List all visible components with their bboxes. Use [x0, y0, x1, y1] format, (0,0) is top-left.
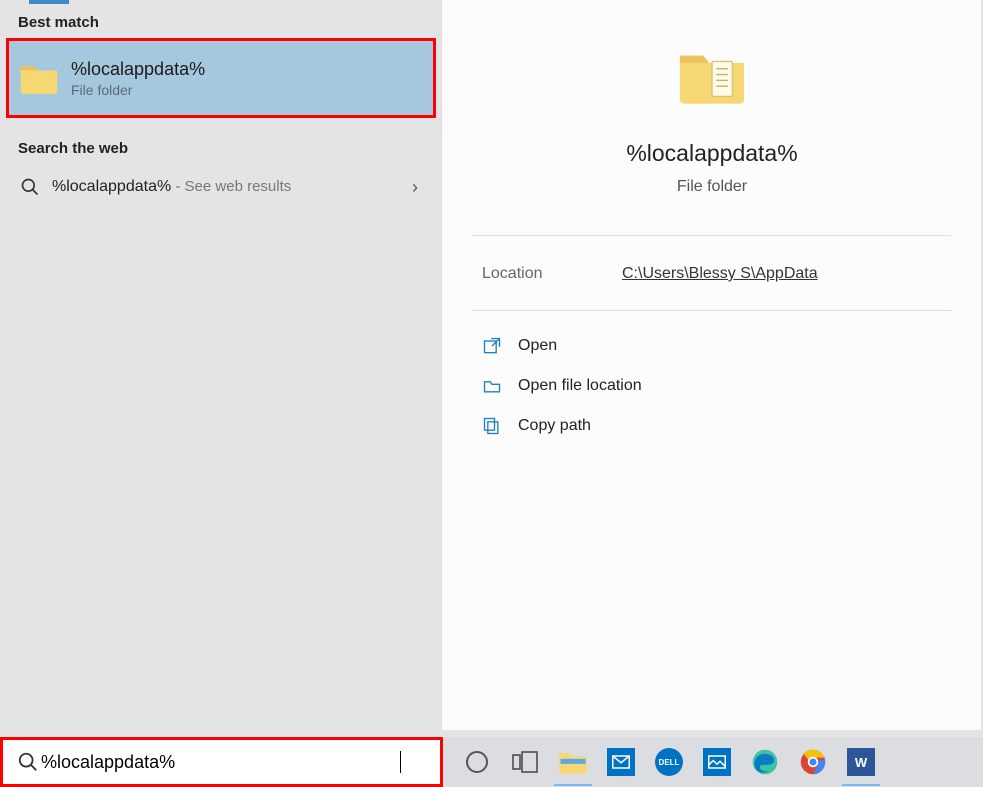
open-label: Open	[518, 337, 557, 355]
file-explorer-icon	[558, 749, 588, 775]
dell-icon: DELL	[655, 748, 683, 776]
preview-pane: %localappdata% File folder Location C:\U…	[441, 0, 981, 730]
best-match-subtitle: File folder	[71, 82, 205, 98]
text-caret	[400, 751, 401, 773]
word-button[interactable]: W	[838, 738, 884, 786]
cortana-button[interactable]	[454, 738, 500, 786]
folder-large-icon	[677, 45, 747, 107]
search-web-header: Search the web	[18, 140, 128, 157]
open-location-label: Open file location	[518, 377, 642, 395]
photos-button[interactable]	[694, 738, 740, 786]
copy-path-action[interactable]: Copy path	[482, 406, 962, 446]
search-results-pane: Best match %localappdata% File folder Se…	[0, 0, 441, 730]
taskbar-icons: DELL W	[454, 737, 884, 787]
search-icon	[20, 177, 40, 197]
best-match-result[interactable]: %localappdata% File folder	[6, 38, 436, 118]
preview-title: %localappdata%	[442, 140, 982, 167]
chrome-icon	[799, 748, 827, 776]
mail-icon	[607, 748, 635, 776]
web-result-hint: - See web results	[171, 178, 291, 195]
open-action[interactable]: Open	[482, 326, 962, 366]
copy-icon	[482, 416, 502, 436]
chrome-button[interactable]	[790, 738, 836, 786]
web-result[interactable]: %localappdata% - See web results ›	[6, 165, 436, 209]
photos-icon	[703, 748, 731, 776]
task-view-button[interactable]	[502, 738, 548, 786]
taskbar-search-box[interactable]	[0, 737, 443, 787]
best-match-header: Best match	[18, 14, 99, 31]
file-explorer-button[interactable]	[550, 738, 596, 786]
chevron-right-icon: ›	[412, 177, 418, 198]
search-icon	[17, 751, 39, 773]
active-tab-indicator	[29, 0, 69, 4]
open-location-icon	[482, 376, 502, 396]
open-icon	[482, 336, 502, 356]
search-input[interactable]	[39, 751, 399, 774]
dell-button[interactable]: DELL	[646, 738, 692, 786]
taskbar: DELL W	[0, 737, 983, 787]
edge-button[interactable]	[742, 738, 788, 786]
location-label: Location	[482, 265, 543, 283]
preview-subtitle: File folder	[442, 178, 982, 196]
folder-icon	[19, 60, 59, 96]
web-result-text: %localappdata% - See web results	[52, 178, 291, 196]
mail-button[interactable]	[598, 738, 644, 786]
location-path-link[interactable]: C:\Users\Blessy S\AppData	[622, 265, 818, 283]
edge-icon	[751, 748, 779, 776]
cortana-icon	[466, 751, 488, 773]
open-location-action[interactable]: Open file location	[482, 366, 962, 406]
web-result-title: %localappdata%	[52, 178, 171, 195]
task-view-icon	[512, 751, 538, 773]
divider	[472, 310, 951, 311]
best-match-title: %localappdata%	[71, 59, 205, 80]
word-icon: W	[847, 748, 875, 776]
best-match-text: %localappdata% File folder	[71, 59, 205, 98]
copy-path-label: Copy path	[518, 417, 591, 435]
divider	[472, 235, 951, 236]
